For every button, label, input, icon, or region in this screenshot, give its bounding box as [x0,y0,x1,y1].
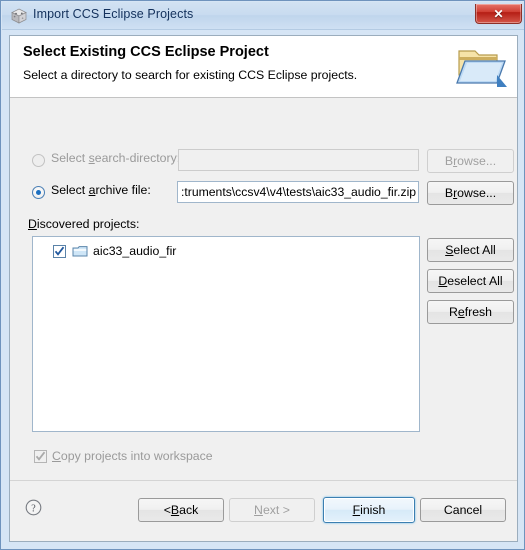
project-folder-icon [72,244,88,258]
browse-archive-file-button[interactable]: Br owse... [427,181,514,205]
open-folder-icon [453,41,509,93]
discovered-projects-label: Discovered projects: [28,217,140,231]
refresh-button[interactable]: Re fresh [427,300,514,324]
deselect-all-button[interactable]: Deselect All [427,269,514,293]
help-question-icon[interactable]: ? [25,499,42,516]
dialog-body: Select search-directory: Br owse... Selec… [10,98,517,480]
archive-file-label: Select archive file: [51,183,151,197]
dialog-footer: ? < Back Next > Finish Cancel [10,480,517,541]
select-all-button[interactable]: Select All [427,238,514,262]
close-button[interactable]: ✕ [475,4,522,24]
next-button: Next > [229,498,315,522]
project-name: aic33_audio_fir [93,244,177,258]
list-item[interactable]: aic33_audio_fir [53,242,176,260]
copy-projects-label: Copy projects into workspace [52,449,213,463]
svg-text:?: ? [31,503,36,514]
archive-file-radio[interactable] [32,186,45,199]
window-title: Import CCS Eclipse Projects [33,7,194,21]
copy-projects-row: Copy projects into workspace [34,449,213,463]
dialog-client-area: Select Existing CCS Eclipse Project Sele… [9,35,518,542]
project-checkbox[interactable] [53,244,66,258]
ccs-cube-icon [10,7,28,25]
import-dialog-window: Import CCS Eclipse Projects ✕ Select Exi… [0,0,525,550]
search-directory-radio[interactable] [32,154,45,167]
page-description: Select a directory to search for existin… [23,68,358,82]
browse-search-directory-button: Br owse... [427,149,514,173]
copy-projects-checkbox [34,449,47,463]
page-title: Select Existing CCS Eclipse Project [23,44,269,60]
cancel-button[interactable]: Cancel [420,498,506,522]
close-icon: ✕ [493,6,504,21]
archive-file-input[interactable]: :truments\ccsv4\v4\tests\aic33_audio_fir… [177,181,419,203]
header-banner: Select Existing CCS Eclipse Project Sele… [10,36,517,98]
discovered-projects-list[interactable]: aic33_audio_fir [32,236,420,432]
search-directory-label: Select search-directory: [51,151,181,165]
search-directory-input [178,149,419,171]
finish-button[interactable]: Finish [323,497,415,523]
title-bar: Import CCS Eclipse Projects ✕ [2,2,524,30]
back-button[interactable]: < Back [138,498,224,522]
